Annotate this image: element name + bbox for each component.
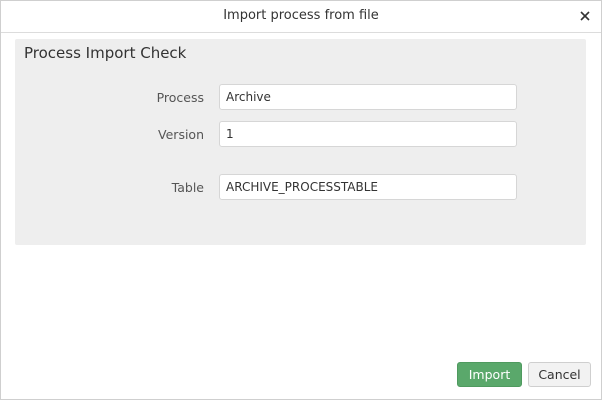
dialog-title: Import process from file [223, 8, 379, 23]
process-label: Process [156, 90, 204, 105]
close-button[interactable] [575, 6, 595, 26]
dialog-titlebar: Import process from file [1, 1, 601, 33]
import-dialog: Import process from file Process Import … [0, 0, 602, 400]
process-import-check-panel: Process Import Check Process Version Tab… [15, 39, 586, 245]
import-button[interactable]: Import [457, 362, 522, 387]
close-icon [580, 11, 590, 21]
cancel-button[interactable]: Cancel [528, 362, 591, 387]
table-label: Table [171, 180, 204, 195]
version-label: Version [158, 127, 204, 142]
table-input[interactable] [219, 174, 517, 200]
version-input[interactable] [219, 121, 517, 147]
panel-heading: Process Import Check [24, 44, 187, 62]
process-input[interactable] [219, 84, 517, 110]
